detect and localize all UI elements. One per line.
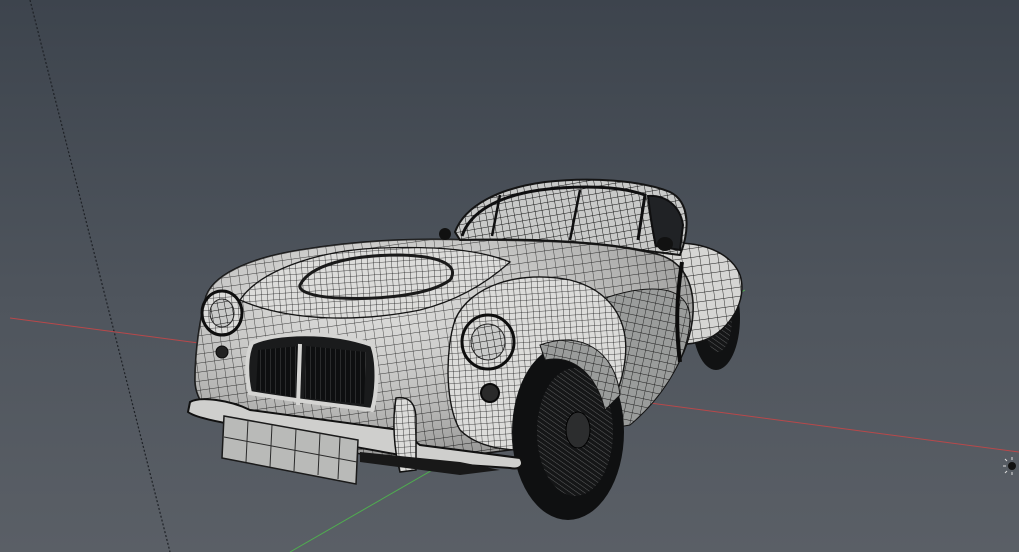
side-mirror <box>439 228 451 240</box>
sun-light-icon[interactable] <box>1003 457 1016 475</box>
camera-frustum-line <box>29 0 171 552</box>
viewport-scene[interactable] <box>0 0 1019 552</box>
3d-viewport[interactable] <box>0 0 1019 552</box>
car-model-wireframe[interactable] <box>188 180 742 520</box>
door-mirror <box>657 237 673 251</box>
